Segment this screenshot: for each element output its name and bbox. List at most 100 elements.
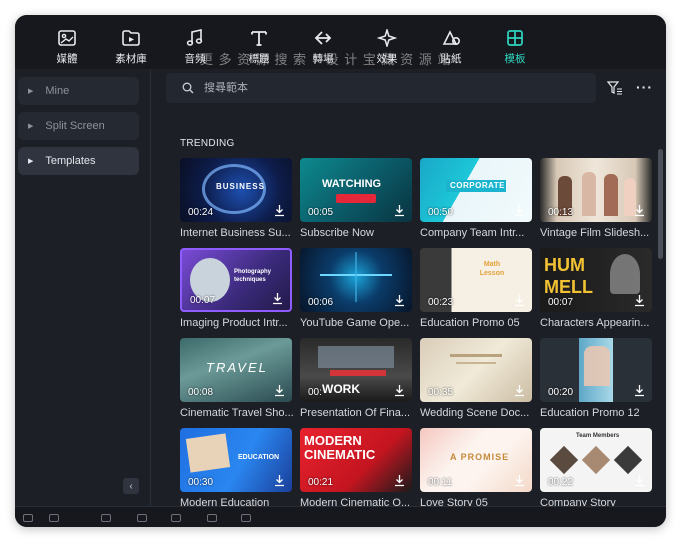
download-icon[interactable] — [393, 294, 406, 307]
template-card[interactable]: TRAVEL 00:08 Cinematic Travel Sho... — [180, 338, 294, 419]
top-toolbar: 媒體 素材庫 音頻 標題 轉場 效果 貼紙 模板 — [15, 15, 666, 69]
download-icon[interactable] — [513, 474, 526, 487]
template-duration: 00:06 — [308, 297, 334, 308]
template-card[interactable]: WATCHING 00:05 Subscribe Now — [300, 158, 412, 239]
sidebar-item-templates[interactable]: ▶ Templates — [18, 147, 139, 175]
download-icon[interactable] — [633, 474, 646, 487]
template-card[interactable]: 00:35 Wedding Scene Doc... — [420, 338, 532, 419]
search-bar — [166, 73, 596, 103]
template-thumbnail[interactable]: 00:13 — [540, 158, 652, 222]
template-thumbnail[interactable]: 00:06 — [300, 248, 412, 312]
template-card[interactable]: Photography techniques 00:07 Imaging Pro… — [180, 248, 292, 329]
template-duration: 00:22 — [548, 477, 574, 488]
template-card[interactable]: 00:20 Education Promo 12 — [540, 338, 652, 419]
sidebar-item-label: Templates — [45, 155, 96, 167]
template-thumbnail[interactable]: MODERN CINEMATIC 00:21 — [300, 428, 412, 492]
template-thumbnail[interactable]: 00:35 — [420, 338, 532, 402]
download-icon[interactable] — [633, 384, 646, 397]
template-card[interactable]: Math Lesson 00:23 Education Promo 05 — [420, 248, 532, 329]
template-name: Internet Business Su... — [180, 227, 291, 239]
collapse-sidebar-button[interactable]: ‹ — [123, 478, 139, 494]
download-icon[interactable] — [633, 204, 646, 217]
toolbar-stickers[interactable]: 貼紙 — [419, 15, 483, 69]
download-icon[interactable] — [513, 204, 526, 217]
download-icon[interactable] — [393, 384, 406, 397]
template-grid-icon — [507, 30, 523, 46]
download-icon[interactable] — [393, 474, 406, 487]
music-note-icon — [186, 29, 203, 46]
template-name: Company Team Intr... — [420, 227, 525, 239]
template-name: Characters Appearin... — [540, 317, 650, 329]
template-thumbnail[interactable]: CORPORATE 00:50 — [420, 158, 532, 222]
template-card[interactable]: EDUCATION 00:30 Modern Education — [180, 428, 292, 509]
download-icon[interactable] — [633, 294, 646, 307]
scrollbar[interactable] — [658, 149, 663, 259]
template-name: Vintage Film Slidesh... — [540, 227, 650, 239]
toolbar-title-label: 標題 — [248, 53, 270, 65]
download-icon[interactable] — [271, 292, 284, 305]
template-thumbnail[interactable]: BUSINESS 00:24 — [180, 158, 292, 222]
thumbnail-text: Team Members — [576, 433, 620, 439]
toolbar-effects[interactable]: 效果 — [355, 15, 419, 69]
download-icon[interactable] — [393, 204, 406, 217]
template-card[interactable]: A PROMISE 00:11 Love Story 05 — [420, 428, 532, 509]
download-icon[interactable] — [513, 294, 526, 307]
template-card[interactable]: Team Members 00:22 Company Story — [540, 428, 652, 509]
more-options-button[interactable]: ··· — [636, 79, 653, 95]
download-icon[interactable] — [273, 204, 286, 217]
template-thumbnail[interactable]: WORK 00: — [300, 338, 412, 402]
template-card[interactable]: MODERN CINEMATIC 00:21 Modern Cinematic … — [300, 428, 412, 509]
template-thumbnail[interactable]: EDUCATION 00:30 — [180, 428, 292, 492]
download-icon[interactable] — [513, 384, 526, 397]
search-input[interactable] — [204, 82, 504, 94]
toolbar-title[interactable]: 標題 — [227, 15, 291, 69]
template-thumbnail[interactable]: Team Members 00:22 — [540, 428, 652, 492]
template-card[interactable]: 00:06 YouTube Game Ope... — [300, 248, 412, 329]
timeline-tool-icon[interactable] — [241, 514, 251, 522]
timeline-tool-icon[interactable] — [101, 514, 111, 522]
timeline-tool-icon[interactable] — [23, 514, 33, 522]
template-name: Cinematic Travel Sho... — [180, 407, 294, 419]
template-card[interactable]: 00:13 Vintage Film Slidesh... — [540, 158, 652, 239]
template-duration: 00:30 — [188, 477, 214, 488]
download-icon[interactable] — [273, 384, 286, 397]
toolbar-audio[interactable]: 音頻 — [163, 15, 227, 69]
template-name: Imaging Product Intr... — [180, 317, 288, 329]
template-card[interactable]: WORK 00: Presentation Of Fina... — [300, 338, 412, 419]
timeline-tool-icon[interactable] — [171, 514, 181, 522]
toolbar-media[interactable]: 媒體 — [35, 15, 99, 69]
thumbnail-text: MODERN CINEMATIC — [304, 433, 376, 462]
toolbar-audio-label: 音頻 — [184, 53, 206, 65]
effects-sparkle-icon — [377, 29, 397, 47]
template-thumbnail[interactable]: Math Lesson 00:23 — [420, 248, 532, 312]
template-name: Education Promo 12 — [540, 407, 640, 419]
thumbnail-text: WATCHING — [322, 178, 382, 190]
timeline-tool-icon[interactable] — [207, 514, 217, 522]
template-duration: 00:08 — [188, 387, 214, 398]
template-thumbnail[interactable]: Photography techniques 00:07 — [180, 248, 292, 312]
template-card[interactable]: BUSINESS 00:24 Internet Business Su... — [180, 158, 292, 239]
section-title: TRENDING — [180, 138, 235, 149]
toolbar-transition-label: 轉場 — [312, 53, 334, 65]
main-panel: ··· TRENDING BUSINESS 00:24 Internet Bus… — [152, 69, 666, 509]
caret-right-icon: ▶ — [28, 88, 34, 95]
timeline-tool-icon[interactable] — [137, 514, 147, 522]
filter-icon[interactable] — [607, 81, 623, 95]
toolbar-templates[interactable]: 模板 — [483, 15, 547, 69]
sidebar-item-label: Mine — [45, 85, 70, 97]
sidebar: ▶ Mine ▶ Split Screen ▶ Templates ‹ — [15, 69, 151, 506]
sidebar-item-mine[interactable]: ▶ Mine — [18, 77, 139, 105]
toolbar-stock-library[interactable]: 素材庫 — [99, 15, 163, 69]
template-thumbnail[interactable]: WATCHING 00:05 — [300, 158, 412, 222]
template-name: Education Promo 05 — [420, 317, 520, 329]
toolbar-transition[interactable]: 轉場 — [291, 15, 355, 69]
sidebar-item-split-screen[interactable]: ▶ Split Screen — [18, 112, 139, 140]
template-card[interactable]: HUM MELL 00:07 Characters Appearin... — [540, 248, 652, 329]
template-thumbnail[interactable]: TRAVEL 00:08 — [180, 338, 292, 402]
template-thumbnail[interactable]: 00:20 — [540, 338, 652, 402]
download-icon[interactable] — [273, 474, 286, 487]
template-thumbnail[interactable]: HUM MELL 00:07 — [540, 248, 652, 312]
template-card[interactable]: CORPORATE 00:50 Company Team Intr... — [420, 158, 532, 239]
template-thumbnail[interactable]: A PROMISE 00:11 — [420, 428, 532, 492]
timeline-tool-icon[interactable] — [49, 514, 59, 522]
